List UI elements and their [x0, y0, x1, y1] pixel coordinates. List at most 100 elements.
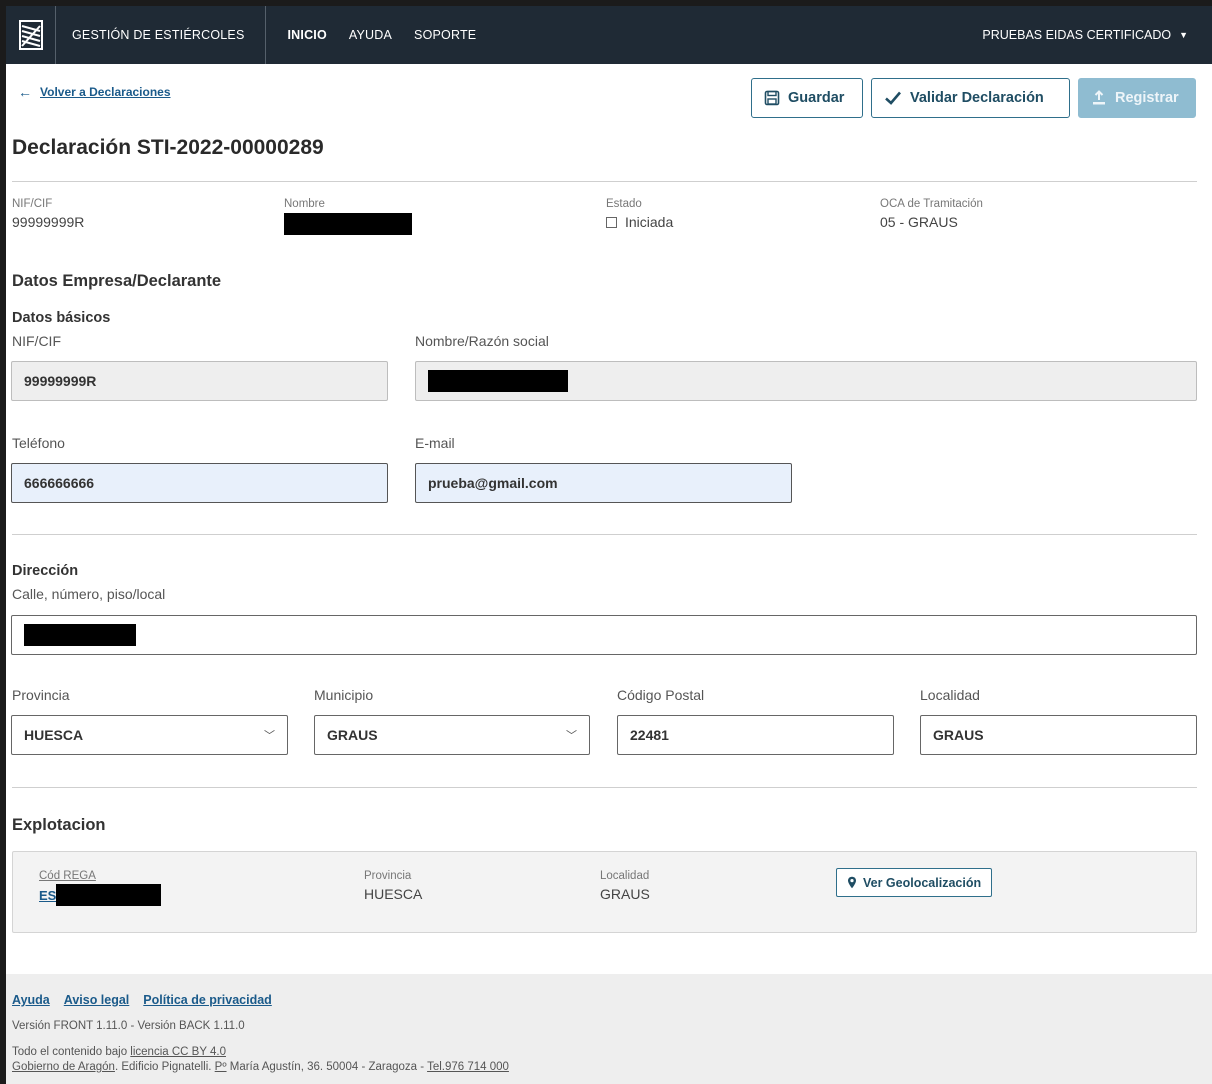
footer-address: Gobierno de Aragón. Edificio Pignatelli.…	[12, 1061, 509, 1073]
exploitation-province: Provincia HUESCA	[364, 870, 422, 902]
footer-link-aviso-legal[interactable]: Aviso legal	[64, 993, 130, 1007]
summary-oca-label: OCA de Tramitación	[880, 198, 983, 210]
validate-button-label: Validar Declaración	[910, 90, 1044, 106]
locality-input-value: GRAUS	[933, 727, 984, 743]
logo-icon	[18, 20, 43, 50]
province-field-label: Provincia	[12, 687, 70, 703]
register-button-label: Registrar	[1115, 90, 1179, 106]
caret-down-icon: ▼	[1179, 30, 1188, 40]
check-icon	[885, 91, 901, 105]
footer-address-mid: . Edificio Pignatelli.	[114, 1061, 215, 1073]
summary-state-value-wrap: Iniciada	[606, 214, 673, 230]
view-geolocation-label: Ver Geolocalización	[863, 875, 982, 890]
phone-field-label: Teléfono	[12, 435, 65, 451]
validate-declaration-button[interactable]: Validar Declaración	[871, 78, 1070, 118]
exploitation-locality: Localidad GRAUS	[600, 870, 650, 902]
company-section-title: Datos Empresa/Declarante	[12, 272, 222, 290]
locality-field-label: Localidad	[920, 687, 980, 703]
save-button-label: Guardar	[788, 90, 845, 106]
postal-code-input[interactable]: 22481	[617, 715, 894, 755]
nif-input[interactable]: 99999999R	[11, 361, 388, 401]
email-input-value: prueba@gmail.com	[428, 475, 558, 491]
state-checkbox-icon	[606, 217, 617, 228]
nav-item-ayuda[interactable]: AYUDA	[349, 28, 392, 42]
back-link-label: Volver a Declaraciones	[40, 85, 171, 99]
email-input[interactable]: prueba@gmail.com	[415, 463, 792, 503]
redacted-street	[24, 624, 136, 646]
footer-version: Versión FRONT 1.11.0 - Versión BACK 1.11…	[12, 1020, 245, 1032]
summary-state-value: Iniciada	[625, 214, 674, 230]
street-field-label: Calle, número, piso/local	[12, 586, 166, 602]
divider	[12, 534, 1197, 535]
nav-item-inicio[interactable]: INICIO	[288, 28, 327, 42]
redacted-name	[284, 213, 412, 235]
map-pin-icon	[848, 876, 856, 889]
register-button[interactable]: Registrar	[1078, 78, 1196, 118]
nif-field-label: NIF/CIF	[12, 333, 61, 349]
footer-link-ayuda[interactable]: Ayuda	[12, 993, 50, 1007]
municipality-select-value: GRAUS	[327, 727, 378, 743]
company-name-field-label: Nombre/Razón social	[415, 333, 549, 349]
redacted-rega	[56, 884, 162, 906]
redacted-company-name	[428, 370, 568, 392]
street-input[interactable]	[11, 615, 1197, 655]
basic-data-title: Datos básicos	[12, 310, 111, 326]
summary-oca: OCA de Tramitación 05 - GRAUS	[880, 198, 983, 230]
footer-phone-link[interactable]: Tel.976 714 000	[427, 1061, 509, 1073]
exploitation-locality-value: GRAUS	[600, 886, 650, 902]
footer-address-rest: María Agustín, 36. 50004 - Zaragoza -	[226, 1061, 428, 1073]
footer-license: Todo el contenido bajo licencia CC BY 4.…	[12, 1046, 226, 1058]
exploitation-province-label: Provincia	[364, 870, 412, 882]
nav-item-soporte[interactable]: SOPORTE	[414, 28, 476, 42]
footer-address-po: Pº	[214, 1061, 227, 1073]
postal-code-field-label: Código Postal	[617, 687, 705, 703]
province-select-value: HUESCA	[24, 727, 84, 743]
summary-nif-label: NIF/CIF	[12, 198, 53, 210]
summary-nif-value: 99999999R	[12, 214, 85, 230]
save-button[interactable]: Guardar	[751, 78, 863, 118]
view-geolocation-button[interactable]: Ver Geolocalización	[836, 868, 993, 897]
upload-icon	[1093, 90, 1105, 105]
back-to-declarations-link[interactable]: ← Volver a Declaraciones	[18, 84, 171, 100]
license-link[interactable]: licencia CC BY 4.0	[130, 1046, 226, 1058]
chevron-down-icon: ﹀	[264, 730, 275, 742]
summary-state: Estado Iniciada	[606, 198, 673, 230]
nif-input-value: 99999999R	[24, 373, 97, 389]
summary-nif: NIF/CIF 99999999R	[12, 198, 84, 230]
municipality-field-label: Municipio	[314, 687, 374, 703]
summary-name-label: Nombre	[284, 198, 325, 210]
footer-link-privacy[interactable]: Política de privacidad	[143, 993, 272, 1007]
exploitation-province-value: HUESCA	[364, 886, 423, 902]
phone-input[interactable]: 666666666	[11, 463, 388, 503]
user-menu[interactable]: PRUEBAS EIDAS CERTIFICADO ▼	[982, 28, 1188, 42]
logo[interactable]	[6, 6, 56, 64]
province-select[interactable]: HUESCA ﹀	[11, 715, 288, 755]
floppy-disk-icon	[764, 90, 780, 106]
top-navbar: GESTIÓN DE ESTIÉRCOLES INICIO AYUDA SOPO…	[6, 6, 1212, 64]
municipality-select[interactable]: GRAUS ﹀	[314, 715, 590, 755]
divider	[12, 787, 1197, 788]
rega-code-label: Cód REGA	[39, 870, 96, 882]
address-section-title: Dirección	[12, 563, 79, 579]
postal-code-input-value: 22481	[630, 727, 669, 743]
gov-aragon-link[interactable]: Gobierno de Aragón	[12, 1061, 115, 1073]
phone-input-value: 666666666	[24, 475, 95, 491]
company-name-input[interactable]	[415, 361, 1197, 401]
exploitation-section-title: Explotacion	[12, 816, 106, 834]
summary-oca-value: 05 - GRAUS	[880, 214, 958, 230]
user-name: PRUEBAS EIDAS CERTIFICADO	[982, 28, 1172, 42]
email-field-label: E-mail	[415, 435, 455, 451]
nav-app-name[interactable]: GESTIÓN DE ESTIÉRCOLES	[68, 6, 266, 64]
divider	[12, 181, 1197, 182]
footer-links: Ayuda Aviso legal Política de privacidad	[12, 993, 272, 1007]
arrow-left-icon: ←	[18, 84, 32, 100]
rega-code: Cód REGA ES	[39, 870, 162, 906]
rega-code-link[interactable]: ES	[39, 888, 56, 903]
chevron-down-icon: ﹀	[566, 730, 577, 742]
footer: Ayuda Aviso legal Política de privacidad…	[6, 974, 1212, 1084]
page-title: Declaración STI-2022-00000289	[12, 136, 324, 159]
rega-code-value-wrap: ES	[39, 884, 162, 906]
locality-input[interactable]: GRAUS	[920, 715, 1197, 755]
exploitation-locality-label: Localidad	[600, 870, 650, 882]
summary-state-label: Estado	[606, 198, 642, 210]
